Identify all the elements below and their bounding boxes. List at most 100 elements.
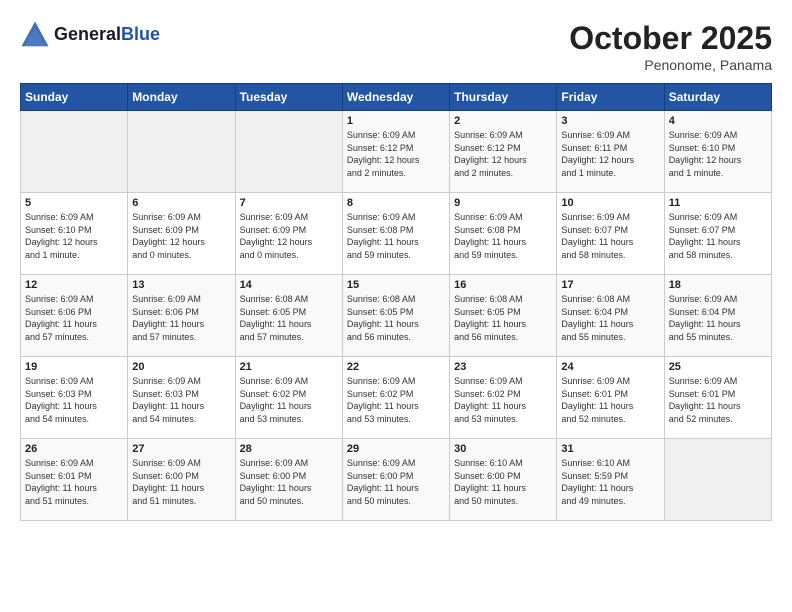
calendar-cell: 8 Sunrise: 6:09 AM Sunset: 6:08 PM Daylig… <box>342 193 449 275</box>
logo: GeneralBlue <box>20 20 160 50</box>
day-number: 24 <box>561 361 659 373</box>
day-info: Sunrise: 6:09 AM Sunset: 6:00 PM Dayligh… <box>347 457 445 507</box>
weekday-header: Thursday <box>450 84 557 111</box>
day-number: 22 <box>347 361 445 373</box>
calendar-cell: 30 Sunrise: 6:10 AM Sunset: 6:00 PM Dayli… <box>450 439 557 521</box>
day-number: 10 <box>561 197 659 209</box>
day-info: Sunrise: 6:09 AM Sunset: 6:12 PM Dayligh… <box>347 129 445 179</box>
day-number: 15 <box>347 279 445 291</box>
calendar-cell: 24 Sunrise: 6:09 AM Sunset: 6:01 PM Dayli… <box>557 357 664 439</box>
calendar-cell: 5 Sunrise: 6:09 AM Sunset: 6:10 PM Daylig… <box>21 193 128 275</box>
day-number: 23 <box>454 361 552 373</box>
calendar-table: SundayMondayTuesdayWednesdayThursdayFrid… <box>20 83 772 521</box>
day-info: Sunrise: 6:09 AM Sunset: 6:09 PM Dayligh… <box>240 211 338 261</box>
day-number: 9 <box>454 197 552 209</box>
day-number: 1 <box>347 115 445 127</box>
weekday-header: Friday <box>557 84 664 111</box>
weekday-header: Monday <box>128 84 235 111</box>
calendar-cell: 15 Sunrise: 6:08 AM Sunset: 6:05 PM Dayli… <box>342 275 449 357</box>
day-info: Sunrise: 6:09 AM Sunset: 6:02 PM Dayligh… <box>240 375 338 425</box>
day-info: Sunrise: 6:09 AM Sunset: 6:01 PM Dayligh… <box>669 375 767 425</box>
day-info: Sunrise: 6:09 AM Sunset: 6:10 PM Dayligh… <box>669 129 767 179</box>
calendar-cell: 16 Sunrise: 6:08 AM Sunset: 6:05 PM Dayli… <box>450 275 557 357</box>
calendar-cell <box>235 111 342 193</box>
calendar-cell <box>664 439 771 521</box>
day-info: Sunrise: 6:09 AM Sunset: 6:02 PM Dayligh… <box>454 375 552 425</box>
calendar-cell: 1 Sunrise: 6:09 AM Sunset: 6:12 PM Daylig… <box>342 111 449 193</box>
day-info: Sunrise: 6:09 AM Sunset: 6:12 PM Dayligh… <box>454 129 552 179</box>
calendar-cell: 19 Sunrise: 6:09 AM Sunset: 6:03 PM Dayli… <box>21 357 128 439</box>
day-number: 13 <box>132 279 230 291</box>
calendar-cell: 2 Sunrise: 6:09 AM Sunset: 6:12 PM Daylig… <box>450 111 557 193</box>
day-info: Sunrise: 6:09 AM Sunset: 6:06 PM Dayligh… <box>25 293 123 343</box>
day-number: 18 <box>669 279 767 291</box>
day-number: 4 <box>669 115 767 127</box>
weekday-header: Wednesday <box>342 84 449 111</box>
calendar-cell: 3 Sunrise: 6:09 AM Sunset: 6:11 PM Daylig… <box>557 111 664 193</box>
calendar-cell: 28Sunrise: 6:09 AM Sunset: 6:00 PM Dayli… <box>235 439 342 521</box>
calendar-cell: 22 Sunrise: 6:09 AM Sunset: 6:02 PM Dayli… <box>342 357 449 439</box>
calendar-header: SundayMondayTuesdayWednesdayThursdayFrid… <box>21 84 772 111</box>
calendar-cell: 29 Sunrise: 6:09 AM Sunset: 6:00 PM Dayli… <box>342 439 449 521</box>
day-number: 12 <box>25 279 123 291</box>
day-info: Sunrise: 6:09 AM Sunset: 6:08 PM Dayligh… <box>347 211 445 261</box>
calendar-cell: 11Sunrise: 6:09 AM Sunset: 6:07 PM Dayli… <box>664 193 771 275</box>
day-info: Sunrise: 6:08 AM Sunset: 6:05 PM Dayligh… <box>347 293 445 343</box>
day-info: Sunrise: 6:09 AM Sunset: 6:01 PM Dayligh… <box>25 457 123 507</box>
calendar-cell: 10 Sunrise: 6:09 AM Sunset: 6:07 PM Dayli… <box>557 193 664 275</box>
day-info: Sunrise: 6:09 AM Sunset: 6:07 PM Dayligh… <box>561 211 659 261</box>
page-header: GeneralBlue October 2025 Penonome, Panam… <box>20 20 772 73</box>
day-info: Sunrise: 6:09 AM Sunset: 6:00 PM Dayligh… <box>132 457 230 507</box>
day-number: 29 <box>347 443 445 455</box>
calendar-cell: 18Sunrise: 6:09 AM Sunset: 6:04 PM Dayli… <box>664 275 771 357</box>
day-info: Sunrise: 6:10 AM Sunset: 5:59 PM Dayligh… <box>561 457 659 507</box>
day-number: 27 <box>132 443 230 455</box>
day-number: 2 <box>454 115 552 127</box>
day-number: 6 <box>132 197 230 209</box>
calendar-cell <box>128 111 235 193</box>
calendar-cell: 4 Sunrise: 6:09 AM Sunset: 6:10 PM Daylig… <box>664 111 771 193</box>
day-info: Sunrise: 6:09 AM Sunset: 6:03 PM Dayligh… <box>25 375 123 425</box>
weekday-header: Saturday <box>664 84 771 111</box>
day-info: Sunrise: 6:09 AM Sunset: 6:01 PM Dayligh… <box>561 375 659 425</box>
day-number: 7 <box>240 197 338 209</box>
weekday-header: Sunday <box>21 84 128 111</box>
day-number: 17 <box>561 279 659 291</box>
day-number: 21 <box>240 361 338 373</box>
day-number: 8 <box>347 197 445 209</box>
day-info: Sunrise: 6:08 AM Sunset: 6:05 PM Dayligh… <box>454 293 552 343</box>
day-number: 31 <box>561 443 659 455</box>
calendar-week-row: 12 Sunrise: 6:09 AM Sunset: 6:06 PM Dayli… <box>21 275 772 357</box>
day-info: Sunrise: 6:09 AM Sunset: 6:09 PM Dayligh… <box>132 211 230 261</box>
day-info: Sunrise: 6:09 AM Sunset: 6:11 PM Dayligh… <box>561 129 659 179</box>
calendar-cell: 9 Sunrise: 6:09 AM Sunset: 6:08 PM Daylig… <box>450 193 557 275</box>
calendar-cell: 13 Sunrise: 6:09 AM Sunset: 6:06 PM Dayli… <box>128 275 235 357</box>
day-info: Sunrise: 6:09 AM Sunset: 6:08 PM Dayligh… <box>454 211 552 261</box>
calendar-cell: 12 Sunrise: 6:09 AM Sunset: 6:06 PM Dayli… <box>21 275 128 357</box>
day-number: 20 <box>132 361 230 373</box>
day-number: 16 <box>454 279 552 291</box>
calendar-cell: 27 Sunrise: 6:09 AM Sunset: 6:00 PM Dayli… <box>128 439 235 521</box>
calendar-cell: 21 Sunrise: 6:09 AM Sunset: 6:02 PM Dayli… <box>235 357 342 439</box>
calendar-cell: 6 Sunrise: 6:09 AM Sunset: 6:09 PM Daylig… <box>128 193 235 275</box>
day-number: 3 <box>561 115 659 127</box>
day-number: 14 <box>240 279 338 291</box>
day-number: 25 <box>669 361 767 373</box>
day-info: Sunrise: 6:09 AM Sunset: 6:02 PM Dayligh… <box>347 375 445 425</box>
day-number: 26 <box>25 443 123 455</box>
month-title: October 2025 <box>569 20 772 57</box>
day-info: Sunrise: 6:10 AM Sunset: 6:00 PM Dayligh… <box>454 457 552 507</box>
weekday-header: Tuesday <box>235 84 342 111</box>
calendar-cell: 17Sunrise: 6:08 AM Sunset: 6:04 PM Dayli… <box>557 275 664 357</box>
title-block: October 2025 Penonome, Panama <box>569 20 772 73</box>
calendar-cell: 14Sunrise: 6:08 AM Sunset: 6:05 PM Dayli… <box>235 275 342 357</box>
calendar-cell: 23 Sunrise: 6:09 AM Sunset: 6:02 PM Dayli… <box>450 357 557 439</box>
logo-text: GeneralBlue <box>54 25 160 45</box>
day-info: Sunrise: 6:09 AM Sunset: 6:10 PM Dayligh… <box>25 211 123 261</box>
day-number: 30 <box>454 443 552 455</box>
calendar-cell: 7 Sunrise: 6:09 AM Sunset: 6:09 PM Daylig… <box>235 193 342 275</box>
day-number: 5 <box>25 197 123 209</box>
day-number: 19 <box>25 361 123 373</box>
day-info: Sunrise: 6:09 AM Sunset: 6:07 PM Dayligh… <box>669 211 767 261</box>
day-info: Sunrise: 6:09 AM Sunset: 6:06 PM Dayligh… <box>132 293 230 343</box>
